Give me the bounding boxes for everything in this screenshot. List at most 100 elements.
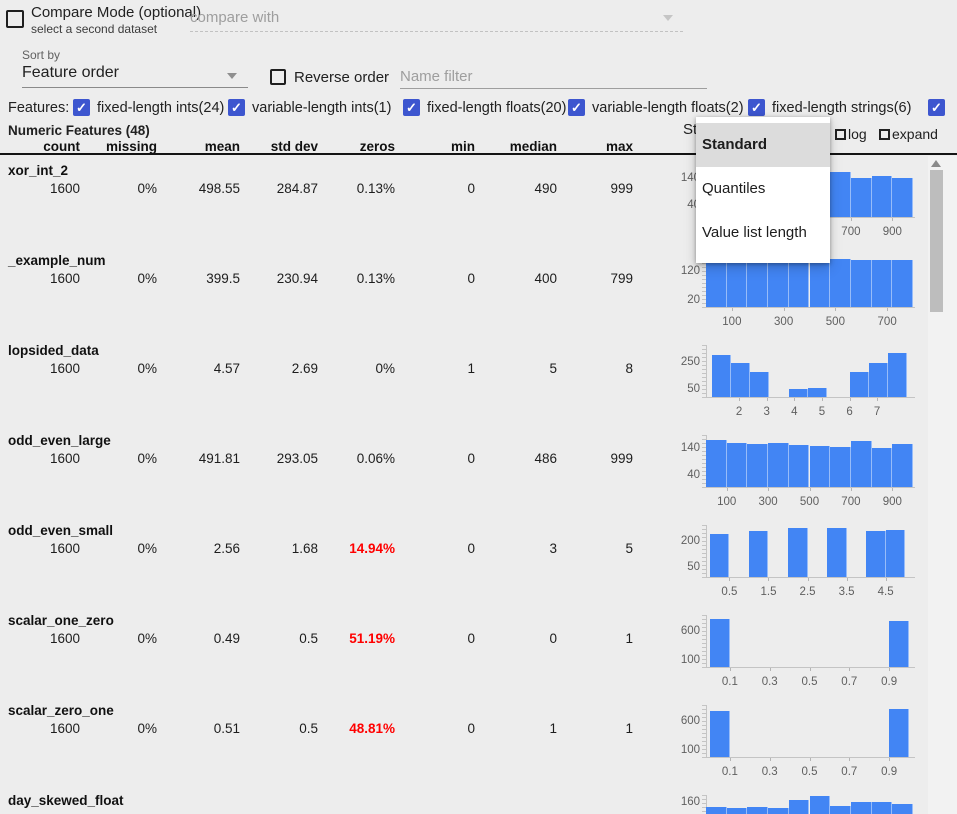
- menu-item-standard[interactable]: Standard: [696, 123, 830, 167]
- feature-cell-missing: 0%: [85, 181, 157, 196]
- histogram-bar: [749, 531, 769, 577]
- histogram-bar: [768, 443, 789, 487]
- feature-cell-max: 999: [561, 451, 633, 466]
- histogram-bar: [851, 178, 872, 217]
- histogram-bar: [727, 261, 748, 307]
- histogram-bar: [892, 178, 913, 217]
- compare-with-select[interactable]: compare with: [190, 9, 279, 26]
- feature-cell-mean: 498.55: [168, 181, 240, 196]
- feature-type-checkbox[interactable]: ✓: [73, 99, 90, 116]
- chart-x-tick-label: 4.5: [866, 586, 906, 598]
- expand-checkbox[interactable]: [879, 129, 890, 140]
- histogram-bar: [789, 445, 810, 487]
- feature-cell-zeros: 48.81%: [323, 721, 395, 736]
- section-title: Numeric Features (48): [8, 123, 150, 138]
- feature-name: scalar_one_zero: [8, 613, 114, 628]
- chart-y-tick-label: 600: [666, 625, 700, 637]
- feature-name: odd_even_large: [8, 433, 111, 448]
- chart-x-tick: [810, 758, 811, 761]
- chart-x-tick-label: 2.5: [788, 586, 828, 598]
- histogram-bar: [830, 806, 851, 814]
- log-checkbox[interactable]: [835, 129, 846, 140]
- feature-cell-min: 0: [403, 271, 475, 286]
- feature-cell-std_dev: 293.05: [246, 451, 318, 466]
- chart-x-tick: [810, 668, 811, 671]
- chart-x-tick-label: 0.5: [709, 586, 749, 598]
- chart-x-tick: [835, 308, 836, 311]
- chart-x-tick-label: 500: [815, 316, 855, 328]
- reverse-order-checkbox[interactable]: [270, 69, 286, 85]
- chart-y-tick-label: 50: [666, 383, 700, 395]
- histogram-bar: [731, 363, 750, 397]
- features-label: Features:: [8, 100, 69, 116]
- column-header: missing: [85, 139, 157, 154]
- feature-cell-mean: 399.5: [168, 271, 240, 286]
- feature-type-checkbox[interactable]: ✓: [228, 99, 245, 116]
- compare-mode-subtitle: select a second dataset: [31, 22, 157, 36]
- feature-cell-min: 0: [403, 541, 475, 556]
- chart-x-tick-label: 0.9: [869, 766, 909, 778]
- histogram-bar: [706, 440, 727, 487]
- feature-type-checkbox[interactable]: ✓: [568, 99, 585, 116]
- histogram-bar: [830, 172, 851, 217]
- histogram-bar: [851, 260, 872, 307]
- chart-y-axis: [702, 525, 707, 577]
- histogram-bar: [768, 808, 789, 814]
- feature-type-checkbox[interactable]: ✓: [928, 99, 945, 116]
- histogram-bar: [886, 530, 906, 577]
- feature-type-checkbox[interactable]: ✓: [748, 99, 765, 116]
- chart-x-tick-label: 0.5: [790, 676, 830, 688]
- feature-cell-mean: 491.81: [168, 451, 240, 466]
- scrollbar-thumb[interactable]: [930, 170, 943, 312]
- feature-name: xor_int_2: [8, 163, 68, 178]
- histogram-bar: [889, 621, 909, 667]
- chart-y-axis: [702, 705, 707, 757]
- histogram-bar: [872, 176, 893, 217]
- column-header: zeros: [323, 139, 395, 154]
- feature-cell-zeros: 14.94%: [323, 541, 395, 556]
- feature-cell-min: 0: [403, 721, 475, 736]
- feature-name: lopsided_data: [8, 343, 99, 358]
- feature-cell-max: 1: [561, 631, 633, 646]
- chart-x-tick-label: 0.1: [710, 676, 750, 688]
- menu-item-quantiles[interactable]: Quantiles: [696, 167, 830, 211]
- histogram-bar: [866, 531, 886, 577]
- feature-cell-count: 1600: [8, 361, 80, 376]
- chart-x-axis: [702, 757, 915, 758]
- name-filter-input[interactable]: Name filter: [400, 68, 473, 85]
- feature-type-label: fixed-length strings(6): [772, 100, 911, 116]
- chart-x-tick: [847, 578, 848, 581]
- chart-y-tick-label: 600: [666, 715, 700, 727]
- feature-cell-missing: 0%: [85, 541, 157, 556]
- chart-x-tick-label: 0.1: [710, 766, 750, 778]
- feature-row: lopsided_data16000%4.572.690%15825050234…: [0, 340, 957, 430]
- chart-x-tick: [730, 758, 731, 761]
- chart-y-tick-label: 160: [666, 796, 700, 808]
- feature-cell-zeros: 0.13%: [323, 181, 395, 196]
- histogram-bar: [830, 447, 851, 487]
- feature-row: _example_num16000%399.5230.940.13%040079…: [0, 250, 957, 340]
- histogram-bar: [810, 796, 831, 814]
- chart-x-tick: [739, 398, 740, 401]
- feature-row: scalar_one_zero16000%0.490.551.19%001600…: [0, 610, 957, 700]
- feature-row: odd_even_large16000%491.81293.050.06%048…: [0, 430, 957, 520]
- feature-cell-missing: 0%: [85, 361, 157, 376]
- feature-cell-std_dev: 2.69: [246, 361, 318, 376]
- feature-type-label: variable-length floats(2): [592, 100, 744, 116]
- chart-x-tick: [794, 398, 795, 401]
- feature-type-label: variable-length ints(1): [252, 100, 391, 116]
- chart-y-tick-label: 140: [666, 442, 700, 454]
- chart-y-tick-label: 20: [666, 294, 700, 306]
- feature-cell-zeros: 51.19%: [323, 631, 395, 646]
- feature-cell-missing: 0%: [85, 451, 157, 466]
- scroll-up-arrow-icon[interactable]: [931, 160, 941, 167]
- chart-x-tick-label: 700: [831, 496, 871, 508]
- chart-y-tick-label: 250: [666, 356, 700, 368]
- sort-by-select[interactable]: Feature order: [22, 64, 119, 82]
- chart-x-tick-label: 700: [867, 316, 907, 328]
- feature-cell-mean: 0.51: [168, 721, 240, 736]
- menu-item-value-list-length[interactable]: Value list length: [696, 211, 830, 255]
- feature-type-checkbox[interactable]: ✓: [403, 99, 420, 116]
- compare-mode-checkbox[interactable]: [6, 10, 24, 28]
- dropdown-arrow-icon: [227, 73, 237, 79]
